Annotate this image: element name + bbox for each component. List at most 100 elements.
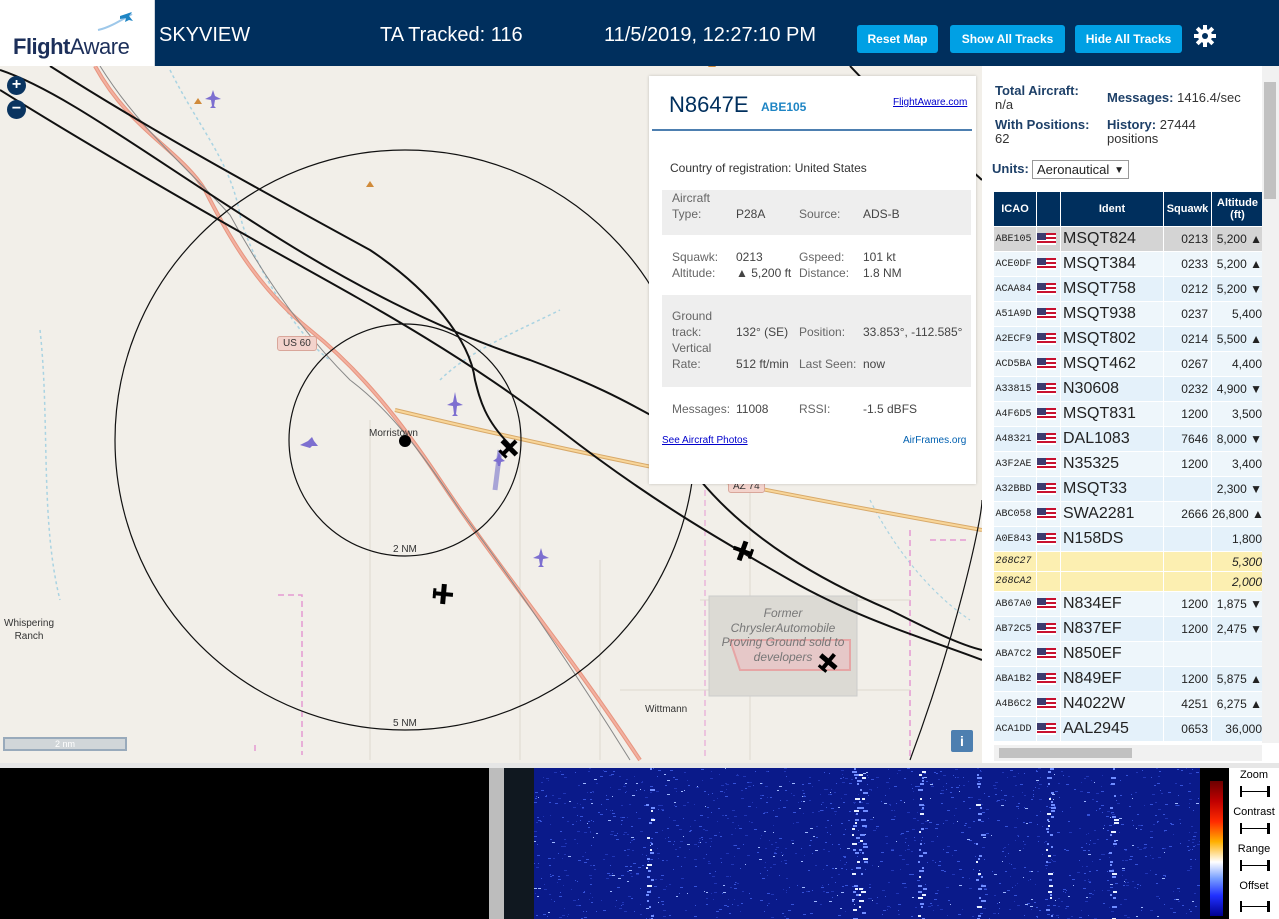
info-icon[interactable]: i	[951, 730, 973, 752]
aircraft-label: Aircraft	[672, 191, 711, 205]
table-row[interactable]: ABC058 SWA2281 2666 26,800 ▲	[993, 501, 1264, 527]
column-header-squawk[interactable]: Squawk	[1163, 191, 1212, 227]
total-aircraft-stat: Total Aircraft: n/a	[995, 83, 1079, 112]
spectrum-margin	[504, 768, 534, 919]
gspeed-label: Gspeed:	[799, 250, 845, 264]
gear-icon[interactable]	[1193, 24, 1217, 48]
flag-cell	[1036, 641, 1061, 667]
zoom-slider-knob[interactable]	[1267, 786, 1270, 797]
icao-cell: A4B6C2	[993, 691, 1037, 717]
range-ring-label-2nm: 2 NM	[393, 544, 417, 555]
altitude-cell: 5,200 ▲	[1211, 251, 1264, 277]
table-row[interactable]: A3F2AE N35325 1200 3,400	[993, 451, 1264, 477]
range-slider[interactable]	[1240, 860, 1270, 871]
table-row[interactable]: A48321 DAL1083 7646 8,000 ▼	[993, 426, 1264, 452]
flag-cell	[1036, 301, 1061, 327]
table-row[interactable]: A2ECF9 MSQT802 0214 5,500 ▲	[993, 326, 1264, 352]
reset-map-button[interactable]: Reset Map	[857, 25, 938, 53]
rssi-label: RSSI:	[799, 402, 831, 416]
table-row[interactable]: ABA7C2 N850EF	[993, 641, 1264, 667]
table-row[interactable]: AB72C5 N837EF 1200 2,475 ▼	[993, 616, 1264, 642]
table-row[interactable]: A4F6D5 MSQT831 1200 3,500	[993, 401, 1264, 427]
table-row[interactable]: ACA1DD AAL2945 0653 36,000	[993, 716, 1264, 742]
altitude-cell: 5,200 ▼	[1211, 276, 1264, 302]
waterfall-display[interactable]	[534, 768, 1200, 919]
column-header-icao[interactable]: ICAO	[993, 191, 1037, 227]
ident-cell: MSQT938	[1060, 301, 1164, 327]
altitude-cell: 3,400	[1211, 451, 1264, 477]
us-flag-icon	[1037, 308, 1056, 321]
table-row[interactable]: ACAA84 MSQT758 0212 5,200 ▼	[993, 276, 1264, 302]
us-flag-icon	[1037, 358, 1056, 371]
horizontal-scrollbar-thumb[interactable]	[999, 748, 1132, 758]
icao-cell: A3F2AE	[993, 451, 1037, 477]
map-scale-bar: 2 nm	[3, 737, 127, 751]
tracked-count: TA Tracked: 116	[380, 24, 523, 46]
altitude-cell: 5,200 ▲	[1211, 226, 1264, 252]
column-header-altitude[interactable]: Altitude (ft)	[1211, 191, 1264, 227]
aircraft-photos-link[interactable]: See Aircraft Photos	[662, 435, 748, 446]
spectrum-splitter[interactable]	[489, 768, 504, 919]
contrast-slider-knob[interactable]	[1267, 823, 1270, 834]
altitude-cell: 5,875 ▲	[1211, 666, 1264, 692]
track-value: 132° (SE)	[736, 325, 789, 339]
us-flag-icon	[1037, 458, 1056, 471]
table-row[interactable]: ACE0DF MSQT384 0233 5,200 ▲	[993, 251, 1264, 277]
table-row[interactable]: A33815 N30608 0232 4,900 ▼	[993, 376, 1264, 402]
table-row[interactable]: ABE105 MSQT824 0213 5,200 ▲	[993, 226, 1264, 252]
altitude-cell: 5,400	[1211, 301, 1264, 327]
us-flag-icon	[1037, 648, 1056, 661]
table-row[interactable]: 268CA2 2,000	[993, 571, 1264, 592]
column-header-ident[interactable]: Ident	[1060, 191, 1164, 227]
icao-cell: A32BBD	[993, 476, 1037, 502]
track-label: track:	[672, 325, 702, 339]
squawk-cell: 4251	[1163, 691, 1212, 717]
table-row[interactable]: A0E843 N158DS 1,800	[993, 526, 1264, 552]
us-flag-icon	[1037, 598, 1056, 611]
range-ring-label-5nm: 5 NM	[393, 718, 417, 729]
table-row[interactable]: A32BBD MSQT33 2,300 ▼	[993, 476, 1264, 502]
table-row[interactable]: 268C27 5,300	[993, 551, 1264, 572]
vertical-scrollbar-thumb[interactable]	[1264, 82, 1276, 199]
column-header-flag[interactable]	[1036, 191, 1061, 227]
zoom-slider[interactable]	[1240, 786, 1270, 797]
icao-cell: ABC058	[993, 501, 1037, 527]
ident-cell: N4022W	[1060, 691, 1164, 717]
clock-datetime: 11/5/2019, 12:27:10 PM	[604, 24, 817, 46]
last-seen-label: Last Seen:	[799, 357, 857, 371]
offset-slider-knob[interactable]	[1267, 901, 1270, 912]
show-all-tracks-button[interactable]: Show All Tracks	[950, 25, 1065, 53]
altitude-cell: 3,500	[1211, 401, 1264, 427]
hide-all-tracks-button[interactable]: Hide All Tracks	[1075, 25, 1182, 53]
flag-cell	[1036, 426, 1061, 452]
zoom-in-button[interactable]: +	[7, 76, 26, 95]
flightaware-link[interactable]: FlightAware.com	[893, 97, 967, 108]
skyview-app: FlightAware SKYVIEW TA Tracked: 116 11/5…	[0, 0, 1279, 919]
table-row[interactable]: A4B6C2 N4022W 4251 6,275 ▲	[993, 691, 1264, 717]
ident-cell	[1060, 551, 1164, 572]
us-flag-icon	[1037, 673, 1056, 686]
table-row[interactable]: ABA1B2 N849EF 1200 5,875 ▲	[993, 666, 1264, 692]
us-flag-icon	[1037, 508, 1056, 521]
table-row[interactable]: AB67A0 N834EF 1200 1,875 ▼	[993, 591, 1264, 617]
airframes-link[interactable]: AirFrames.org	[903, 435, 966, 446]
table-row[interactable]: A51A9D MSQT938 0237 5,400	[993, 301, 1264, 327]
messages-value: 11008	[736, 402, 769, 416]
altitude-cell: 36,000	[1211, 716, 1264, 742]
offset-slider[interactable]	[1240, 901, 1270, 912]
zoom-out-button[interactable]: −	[7, 100, 26, 119]
contrast-slider[interactable]	[1240, 823, 1270, 834]
range-slider-knob[interactable]	[1267, 860, 1270, 871]
squawk-cell: 1200	[1163, 591, 1212, 617]
squawk-label: Squawk:	[672, 250, 719, 264]
flag-cell	[1036, 501, 1061, 527]
altitude-label: Altitude:	[672, 266, 716, 280]
altitude-cell: 2,300 ▼	[1211, 476, 1264, 502]
squawk-cell	[1163, 551, 1212, 572]
ident-cell: MSQT831	[1060, 401, 1164, 427]
units-select[interactable]: Aeronautical ▼	[1032, 160, 1129, 179]
area-label-proving-ground: Former ChryslerAutomobile Proving Ground…	[721, 606, 845, 664]
flightaware-logo[interactable]: FlightAware	[0, 0, 155, 66]
vertical-rate-value: 512 ft/min	[736, 357, 789, 371]
table-row[interactable]: ACD5BA MSQT462 0267 4,400	[993, 351, 1264, 377]
